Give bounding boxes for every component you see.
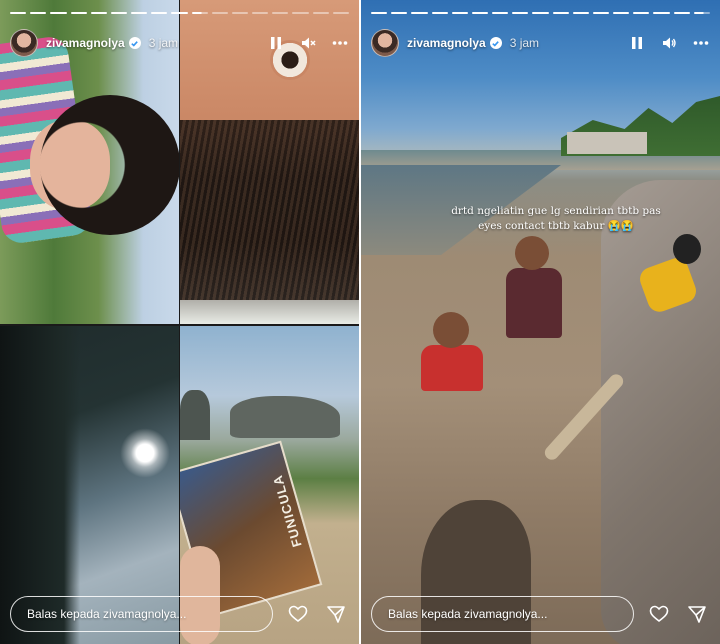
progress-segment xyxy=(411,12,428,14)
reply-input[interactable]: Balas kepada zivamagnolya... xyxy=(10,596,273,632)
reply-placeholder: Balas kepada zivamagnolya... xyxy=(27,607,187,621)
pause-icon[interactable] xyxy=(267,34,285,52)
photo-beach-children xyxy=(361,0,720,644)
story-progress-bar xyxy=(371,12,710,15)
progress-segment xyxy=(451,12,468,14)
progress-segment xyxy=(332,12,349,14)
caption-line-1: drtd ngeliatin gue lg sendirian tbtb pas xyxy=(451,205,661,217)
progress-segment xyxy=(70,12,87,14)
story-right[interactable]: drtd ngeliatin gue lg sendirian tbtb pas… xyxy=(361,0,720,644)
sound-icon[interactable] xyxy=(660,34,678,52)
progress-segment xyxy=(191,12,208,14)
progress-segment xyxy=(252,12,269,14)
heart-icon[interactable] xyxy=(646,601,672,627)
story-progress-bar xyxy=(10,12,349,15)
caption-line-2: eyes contact tbtb kabur 😭😭 xyxy=(478,220,634,232)
pause-icon[interactable] xyxy=(628,34,646,52)
progress-segment xyxy=(131,12,148,14)
story-footer: Balas kepada zivamagnolya... xyxy=(371,594,710,634)
progress-segment xyxy=(592,12,610,14)
progress-segment xyxy=(292,12,309,14)
story-left[interactable]: FUNICULA zivamagnolya 3 jam Balas kepada… xyxy=(0,0,359,644)
reply-input[interactable]: Balas kepada zivamagnolya... xyxy=(371,596,634,632)
progress-segment xyxy=(10,12,27,14)
progress-segment xyxy=(693,12,710,14)
heart-icon[interactable] xyxy=(285,601,311,627)
progress-segment xyxy=(653,12,670,14)
progress-segment xyxy=(371,12,388,14)
progress-segment xyxy=(30,12,47,14)
progress-segment xyxy=(90,12,107,14)
progress-segment xyxy=(50,12,67,14)
send-icon[interactable] xyxy=(684,601,710,627)
progress-segment xyxy=(673,12,690,14)
muted-icon[interactable] xyxy=(299,34,317,52)
progress-segment xyxy=(231,12,249,14)
verified-badge-icon xyxy=(128,37,141,49)
story-header: zivamagnolya 3 jam xyxy=(10,28,349,58)
avatar[interactable] xyxy=(10,29,38,57)
username[interactable]: zivamagnolya xyxy=(46,36,125,50)
book-title: FUNICULA xyxy=(269,473,305,549)
progress-segment xyxy=(312,12,329,14)
progress-segment xyxy=(633,12,650,14)
story-footer: Balas kepada zivamagnolya... xyxy=(10,594,349,634)
post-time: 3 jam xyxy=(148,36,179,50)
progress-segment xyxy=(391,12,408,14)
username[interactable]: zivamagnolya xyxy=(407,36,486,50)
progress-segment xyxy=(171,12,188,14)
send-icon[interactable] xyxy=(323,601,349,627)
progress-segment xyxy=(431,12,448,14)
verified-badge-icon xyxy=(489,37,502,49)
progress-segment xyxy=(471,12,489,14)
reply-placeholder: Balas kepada zivamagnolya... xyxy=(388,607,548,621)
progress-segment xyxy=(110,12,128,14)
progress-segment xyxy=(613,12,630,14)
avatar[interactable] xyxy=(371,29,399,57)
progress-segment xyxy=(211,12,228,14)
more-icon[interactable] xyxy=(692,34,710,52)
progress-segment xyxy=(572,12,589,14)
story-header: zivamagnolya 3 jam xyxy=(371,28,710,58)
progress-segment xyxy=(532,12,549,14)
progress-segment xyxy=(151,12,168,14)
progress-segment xyxy=(272,12,289,14)
progress-segment xyxy=(512,12,529,14)
more-icon[interactable] xyxy=(331,34,349,52)
progress-segment xyxy=(492,12,509,14)
post-time: 3 jam xyxy=(509,36,540,50)
progress-segment xyxy=(552,12,569,14)
story-caption: drtd ngeliatin gue lg sendirian tbtb pas… xyxy=(421,204,691,234)
